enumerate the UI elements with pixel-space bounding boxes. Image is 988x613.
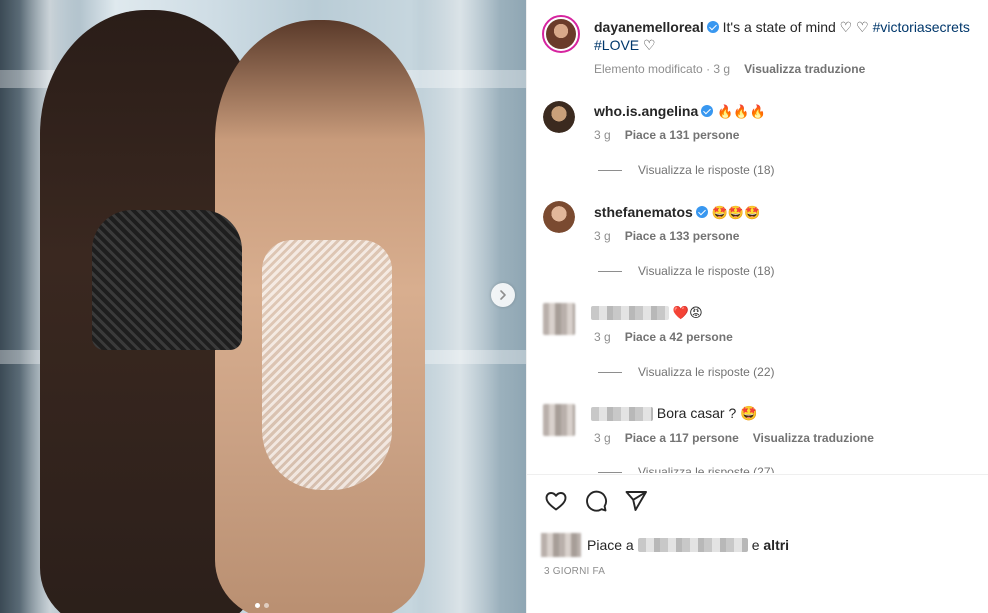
comment-likes-link[interactable]: Piace a 133 persone (625, 229, 740, 243)
view-replies-button[interactable]: Visualizza le risposte (18) (598, 264, 775, 278)
verified-badge-icon (701, 105, 714, 117)
post-actions-bar: Piace a e altri 3 GIORNI FA (527, 474, 988, 613)
comment-text: 🤩🤩🤩 (711, 205, 761, 220)
liker-avatars-blurred[interactable] (541, 533, 581, 557)
paper-plane-icon (625, 491, 647, 511)
carousel-dots (255, 603, 269, 608)
post-photo[interactable] (0, 0, 526, 613)
verified-badge-icon (695, 206, 708, 218)
view-replies-button[interactable]: Visualizza le risposte (22) (598, 365, 775, 379)
comment-age: 3 g (594, 229, 611, 243)
comment-bubble-icon (586, 490, 607, 512)
verified-badge-icon (706, 21, 719, 33)
post-timestamp: 3 GIORNI FA (544, 566, 606, 577)
comment-age: 3 g (594, 330, 611, 344)
comment-likes-link[interactable]: Piace a 131 persone (625, 128, 740, 142)
comment-username[interactable]: who.is.angelina (594, 103, 698, 119)
commenter-avatar-blurred[interactable] (543, 404, 575, 436)
share-button[interactable] (623, 488, 649, 514)
comment-username[interactable]: sthefanematos (594, 204, 693, 220)
liker-username-blurred[interactable] (637, 538, 748, 552)
caption-text: It's a state of mind ♡ ♡ (722, 19, 873, 35)
comment-age: 3 g (594, 128, 611, 142)
commenter-avatar-blurred[interactable] (543, 303, 575, 335)
commenter-avatar[interactable] (543, 101, 575, 133)
translate-link[interactable]: Visualizza traduzione (744, 62, 865, 76)
view-replies-button[interactable]: Visualizza le risposte (27) (598, 465, 775, 473)
comment-button[interactable] (583, 488, 609, 514)
translate-link[interactable]: Visualizza traduzione (753, 431, 874, 445)
commenter-avatar[interactable] (543, 201, 575, 233)
likes-summary: Piace a e altri (541, 533, 789, 557)
view-replies-button[interactable]: Visualizza le risposte (18) (598, 163, 775, 177)
comment-age: 3 g (594, 431, 611, 445)
edited-label: Elemento modificato (594, 62, 703, 76)
comment-username-blurred[interactable] (591, 407, 653, 422)
comment-username-blurred[interactable] (591, 306, 669, 321)
author-username[interactable]: dayanemelloreal (594, 19, 704, 35)
comment-likes-link[interactable]: Piace a 42 persone (625, 330, 733, 344)
comment-text: Bora casar ? 🤩 (656, 405, 758, 421)
hashtag-link[interactable]: #LOVE (594, 37, 639, 53)
post-side-panel: dayanemelloreal It's a state of mind ♡ ♡… (526, 0, 988, 613)
like-button[interactable] (543, 488, 569, 514)
likes-others-link[interactable]: altri (763, 537, 789, 553)
comment-text: ❤️😡 (672, 305, 703, 320)
hashtag-link[interactable]: #victoriasecrets (873, 19, 970, 35)
comment-likes-link[interactable]: Piace a 117 persone (625, 431, 739, 445)
heart-outline-icon (545, 492, 567, 511)
chevron-right-icon (500, 290, 506, 300)
carousel-next-button[interactable] (491, 283, 515, 307)
post-age: 3 g (713, 62, 731, 76)
author-avatar[interactable] (542, 15, 580, 53)
comments-list[interactable]: dayanemelloreal It's a state of mind ♡ ♡… (527, 0, 988, 473)
comment-text: 🔥🔥🔥 (717, 104, 766, 119)
